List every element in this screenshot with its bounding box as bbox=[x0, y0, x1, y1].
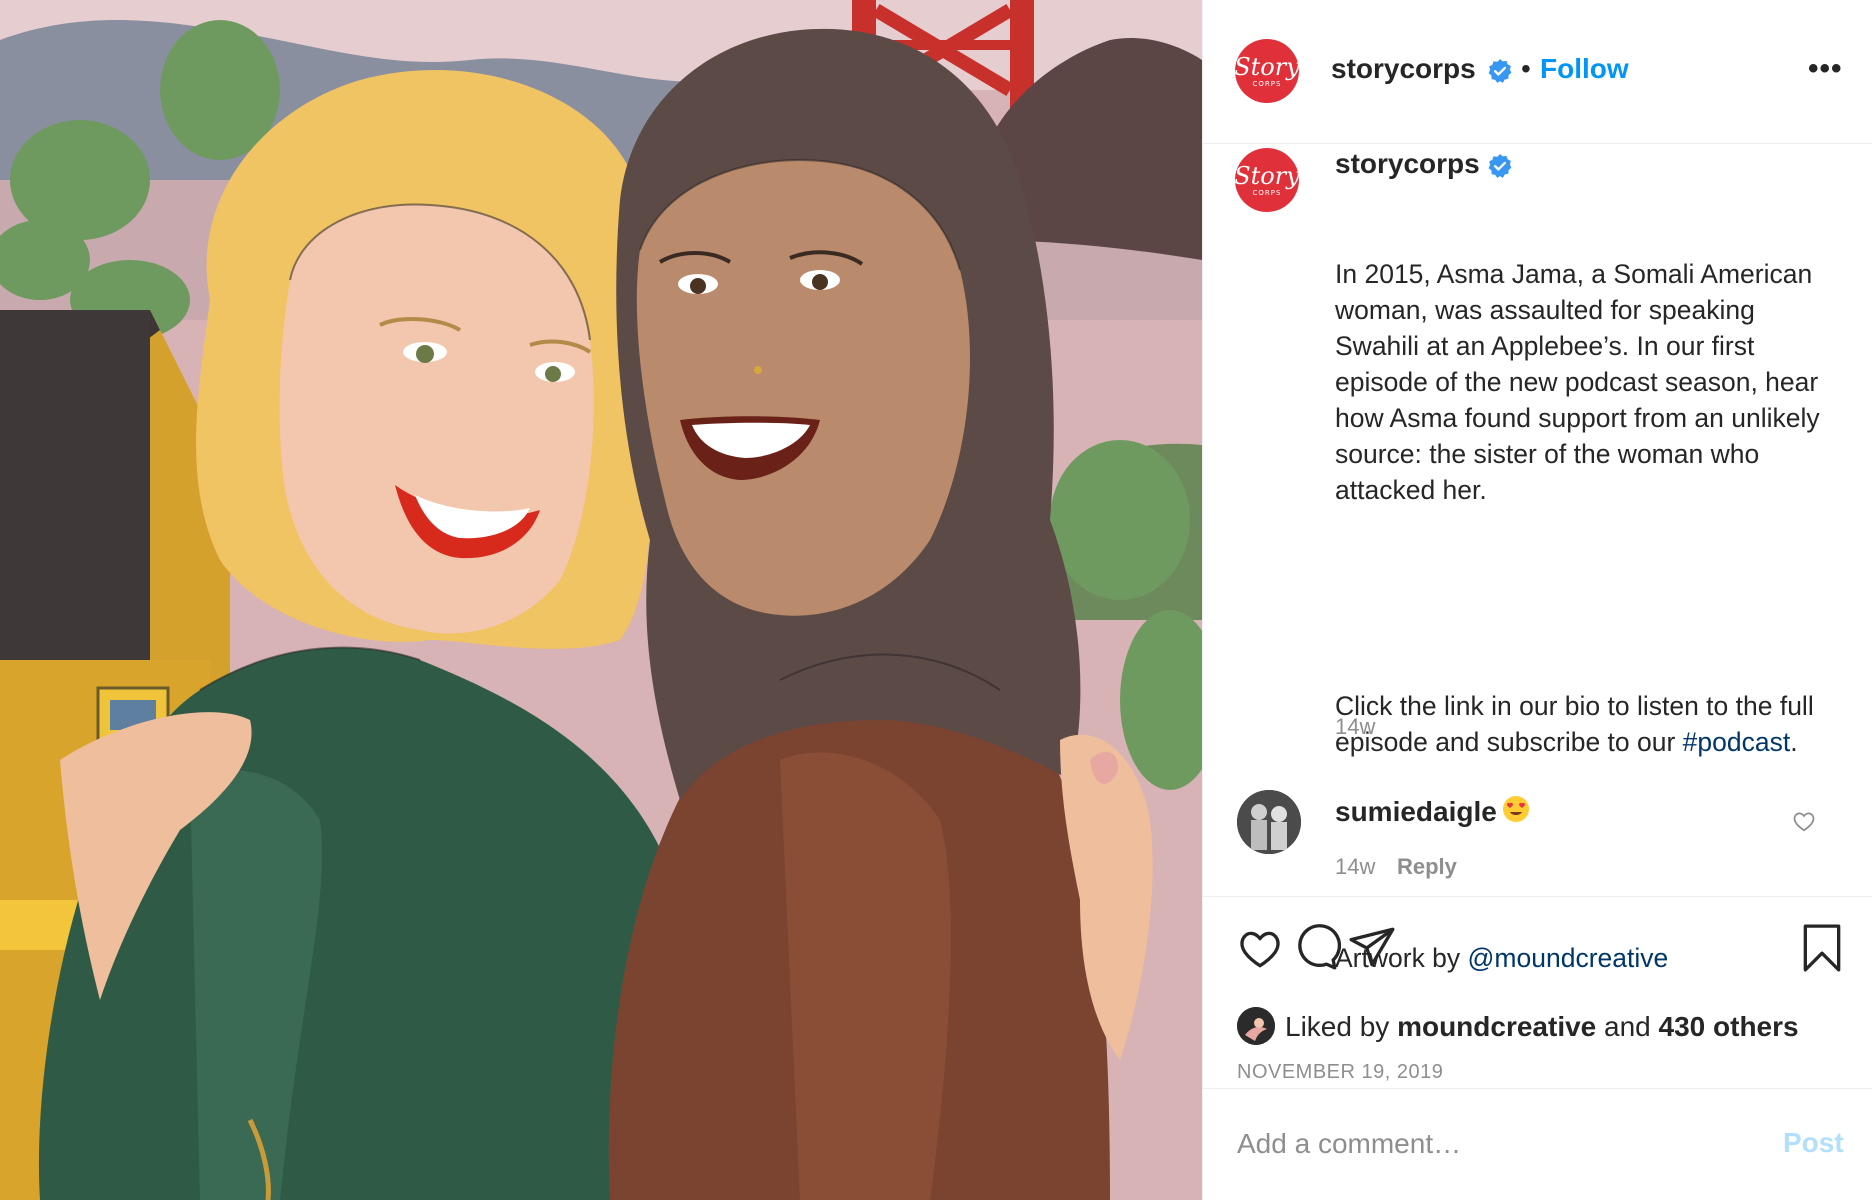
verified-badge-icon bbox=[1488, 154, 1512, 178]
likes-middle: and bbox=[1596, 1011, 1659, 1042]
post-comment-button[interactable]: Post bbox=[1783, 1127, 1844, 1159]
logo-script-text: Story bbox=[1235, 161, 1299, 190]
comment-like-heart-icon[interactable] bbox=[1791, 808, 1817, 834]
comment-bubble-icon[interactable] bbox=[1291, 923, 1341, 973]
heart-icon[interactable] bbox=[1235, 923, 1285, 973]
heart-eyes-emoji-icon bbox=[1503, 796, 1529, 822]
caption-block: Story CORPS storycorps In 2015, Asma Jam… bbox=[1203, 144, 1872, 973]
follow-button[interactable]: Follow bbox=[1540, 53, 1629, 85]
more-options-icon[interactable]: ••• bbox=[1808, 52, 1843, 86]
commenter-username[interactable]: sumiedaigle bbox=[1335, 796, 1497, 828]
post-header: Story CORPS storycorps • Follow ••• bbox=[1203, 0, 1872, 144]
comment-input[interactable] bbox=[1235, 1119, 1739, 1169]
likes-others-count[interactable]: 430 others bbox=[1659, 1011, 1799, 1042]
likes-prefix: Liked by bbox=[1285, 1011, 1398, 1042]
comment-timestamp[interactable]: 14w bbox=[1335, 854, 1375, 880]
likes-text: Liked by moundcreative and 430 others bbox=[1285, 1011, 1799, 1043]
logo-script-text: Story bbox=[1235, 52, 1299, 81]
logo-sub-text: CORPS bbox=[1252, 188, 1282, 197]
reply-button[interactable]: Reply bbox=[1397, 854, 1457, 880]
header-separator: • bbox=[1521, 53, 1531, 84]
post-author-username[interactable]: storycorps bbox=[1331, 53, 1476, 85]
bookmark-icon[interactable] bbox=[1797, 923, 1847, 973]
caption-author-avatar[interactable]: Story CORPS bbox=[1235, 148, 1299, 212]
caption-paragraph-2-end: . bbox=[1790, 727, 1798, 757]
caption-author-username[interactable]: storycorps bbox=[1335, 148, 1480, 180]
hashtag-link[interactable]: #podcast bbox=[1683, 727, 1791, 757]
instagram-post: Story CORPS storycorps • Follow ••• Stor… bbox=[0, 0, 1872, 1200]
paper-plane-icon[interactable] bbox=[1347, 923, 1397, 973]
storycorps-logo-avatar[interactable]: Story CORPS bbox=[1235, 39, 1299, 103]
caption-timestamp[interactable]: 14w bbox=[1335, 714, 1375, 740]
liker-avatar[interactable] bbox=[1237, 1007, 1275, 1045]
liker-username[interactable]: moundcreative bbox=[1397, 1011, 1596, 1042]
caption-paragraph-1: In 2015, Asma Jama, a Somali American wo… bbox=[1335, 259, 1827, 505]
logo-sub-text: CORPS bbox=[1252, 79, 1282, 88]
likes-summary: Liked by moundcreative and 430 others bbox=[1237, 1007, 1857, 1047]
caption-paragraph-2: Click the link in our bio to listen to t… bbox=[1335, 688, 1835, 760]
commenter-photo bbox=[1237, 790, 1301, 854]
commenter-avatar[interactable] bbox=[1237, 790, 1301, 854]
post-image[interactable] bbox=[0, 0, 1202, 1200]
post-date[interactable]: NOVEMBER 19, 2019 bbox=[1237, 1061, 1443, 1084]
verified-badge-icon bbox=[1488, 59, 1512, 83]
add-comment-bar: Post bbox=[1203, 1088, 1872, 1201]
post-actions: Liked by moundcreative and 430 others NO… bbox=[1203, 896, 1872, 1093]
post-sidebar: Story CORPS storycorps • Follow ••• Stor… bbox=[1202, 0, 1872, 1200]
liker-photo bbox=[1237, 1007, 1275, 1045]
illustration-two-women-hugging bbox=[0, 0, 1202, 1200]
comment-row: sumiedaigle 14w Reply bbox=[1203, 790, 1872, 890]
